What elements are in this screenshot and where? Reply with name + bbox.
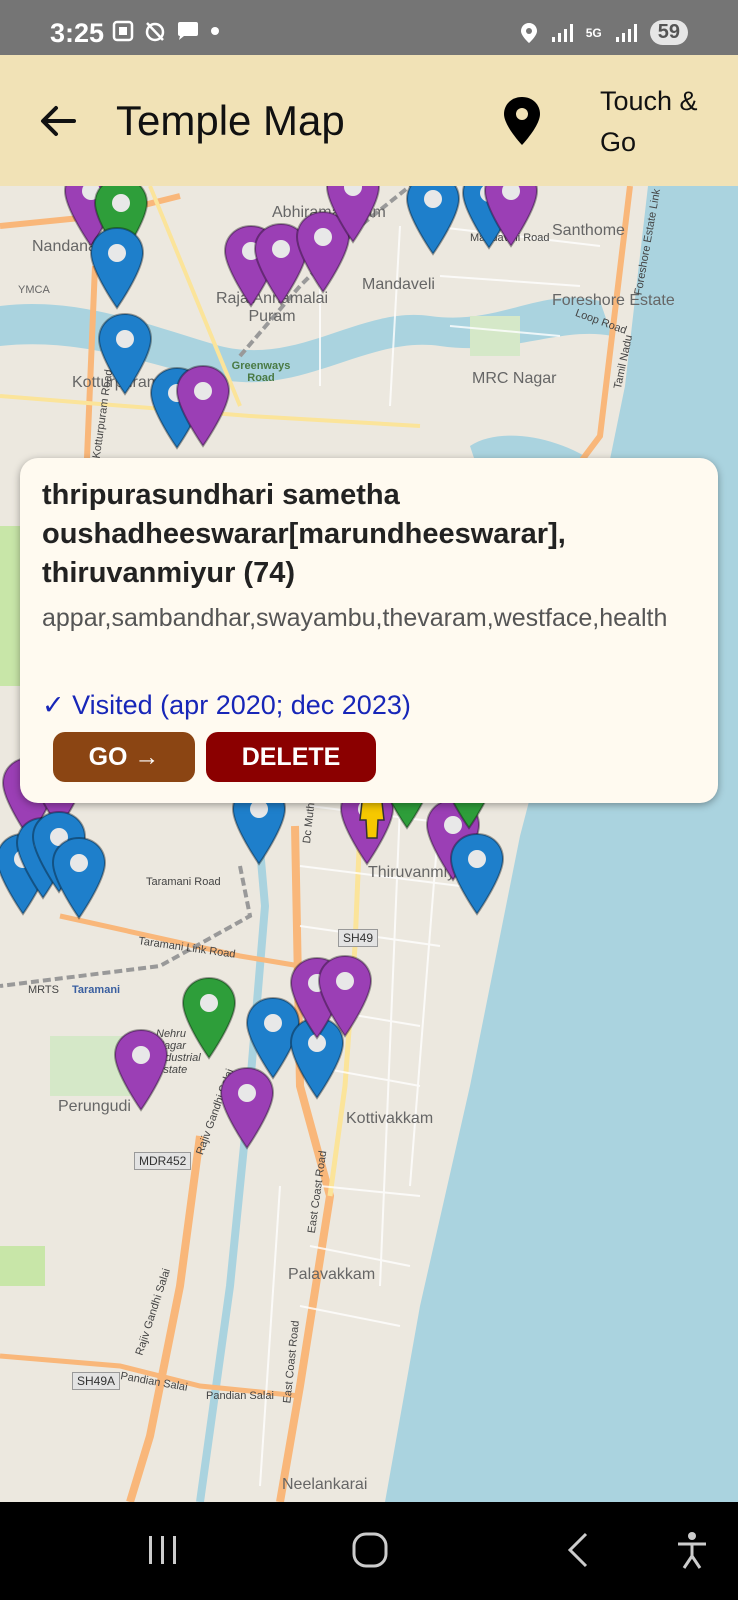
map-label-kottivakkam: Kottivakkam	[346, 1110, 434, 1127]
visited-status: ✓ Visited (apr 2020; dec 2023)	[42, 690, 411, 720]
delete-button[interactable]: DELETE	[206, 732, 376, 782]
recent-apps-icon[interactable]	[146, 1530, 180, 1570]
signal-icon	[551, 23, 573, 42]
chat-bubble-icon	[178, 22, 198, 40]
status-notification-icons	[112, 20, 220, 42]
temple-tags: appar,sambandhar,swayambu,thevaram,westf…	[42, 604, 668, 632]
road-label-mrts: MRTS	[28, 984, 59, 996]
battery-indicator: 59	[649, 20, 688, 45]
map-pin-icon[interactable]	[500, 95, 544, 147]
map-label-palavakkam: Palavakkam	[288, 1266, 376, 1283]
back-nav-icon[interactable]	[564, 1530, 594, 1570]
purple-temple-marker-icon[interactable]	[218, 1066, 276, 1150]
go-button[interactable]: GO →	[53, 732, 195, 782]
temple-title: thripurasundhari sametha oushadheeswarar…	[42, 479, 566, 589]
purple-temple-marker-icon[interactable]	[112, 1028, 170, 1112]
touch-and-go-button[interactable]: Touch & Go	[600, 81, 720, 163]
back-arrow-icon[interactable]	[36, 99, 80, 143]
purple-temple-marker-icon[interactable]	[324, 186, 382, 244]
route-shield-mdr452: MDR452	[134, 1152, 192, 1170]
accessibility-icon[interactable]	[674, 1530, 710, 1570]
map-label-greenways-road: Greenways Road	[231, 360, 291, 384]
blue-temple-marker-icon[interactable]	[448, 832, 506, 916]
status-bar: 3:25 5G 59	[0, 0, 738, 55]
dot-icon	[211, 27, 219, 35]
purple-temple-marker-icon[interactable]	[174, 364, 232, 448]
purple-temple-marker-icon[interactable]	[482, 186, 540, 248]
page-title: Temple Map	[116, 97, 345, 144]
blue-temple-marker-icon[interactable]	[404, 186, 462, 256]
home-icon[interactable]	[350, 1530, 390, 1570]
screenshot-icon	[112, 20, 134, 42]
map-label-foreshore-estate: Foreshore Estate	[552, 292, 675, 309]
temple-info-popup: thripurasundhari sametha oushadheeswarar…	[20, 458, 718, 803]
map-label-neelankarai: Neelankarai	[282, 1476, 368, 1493]
road-label-taramani-road: Taramani Road	[146, 876, 221, 888]
map-view[interactable]: Abhiramapuram Santhome Nandanam YMCA Man…	[0, 186, 738, 1502]
alarm-off-icon	[145, 22, 165, 42]
blue-temple-marker-icon[interactable]	[96, 312, 154, 396]
route-shield-sh49a: SH49A	[72, 1372, 121, 1390]
map-label-ymca: YMCA	[18, 284, 50, 296]
status-system-icons: 5G 59	[520, 20, 688, 45]
blue-temple-marker-icon[interactable]	[50, 836, 108, 920]
status-time: 3:25	[50, 18, 105, 48]
map-label-taramani: Taramani	[72, 984, 121, 996]
location-icon	[520, 22, 537, 43]
road-label-pandian-salai-2: Pandian Salai	[206, 1390, 274, 1402]
map-label-mrc-nagar: MRC Nagar	[472, 370, 557, 387]
system-navigation-bar	[0, 1502, 738, 1600]
network-type-label: 5G	[585, 25, 602, 40]
route-shield-sh49: SH49	[338, 929, 379, 947]
purple-temple-marker-icon[interactable]	[316, 954, 374, 1038]
signal-icon-2	[615, 23, 637, 42]
app-bar: Temple Map Touch & Go	[0, 55, 738, 186]
green-temple-marker-icon[interactable]	[180, 976, 238, 1060]
map-label-santhome: Santhome	[552, 222, 625, 239]
map-label-mandaveli: Mandaveli	[362, 276, 435, 293]
blue-temple-marker-icon[interactable]	[88, 226, 146, 310]
